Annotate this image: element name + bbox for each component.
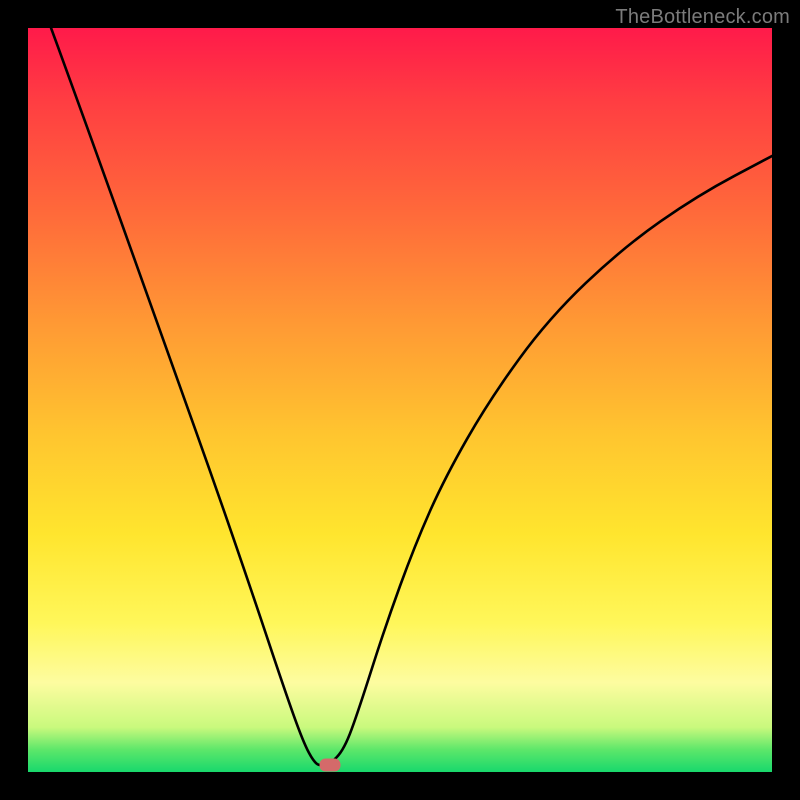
- plot-area: [28, 28, 772, 772]
- optimal-marker: [320, 758, 341, 771]
- curve-svg: [28, 28, 772, 772]
- chart-frame: TheBottleneck.com: [0, 0, 800, 800]
- watermark-text: TheBottleneck.com: [615, 6, 790, 29]
- bottleneck-curve: [51, 28, 772, 766]
